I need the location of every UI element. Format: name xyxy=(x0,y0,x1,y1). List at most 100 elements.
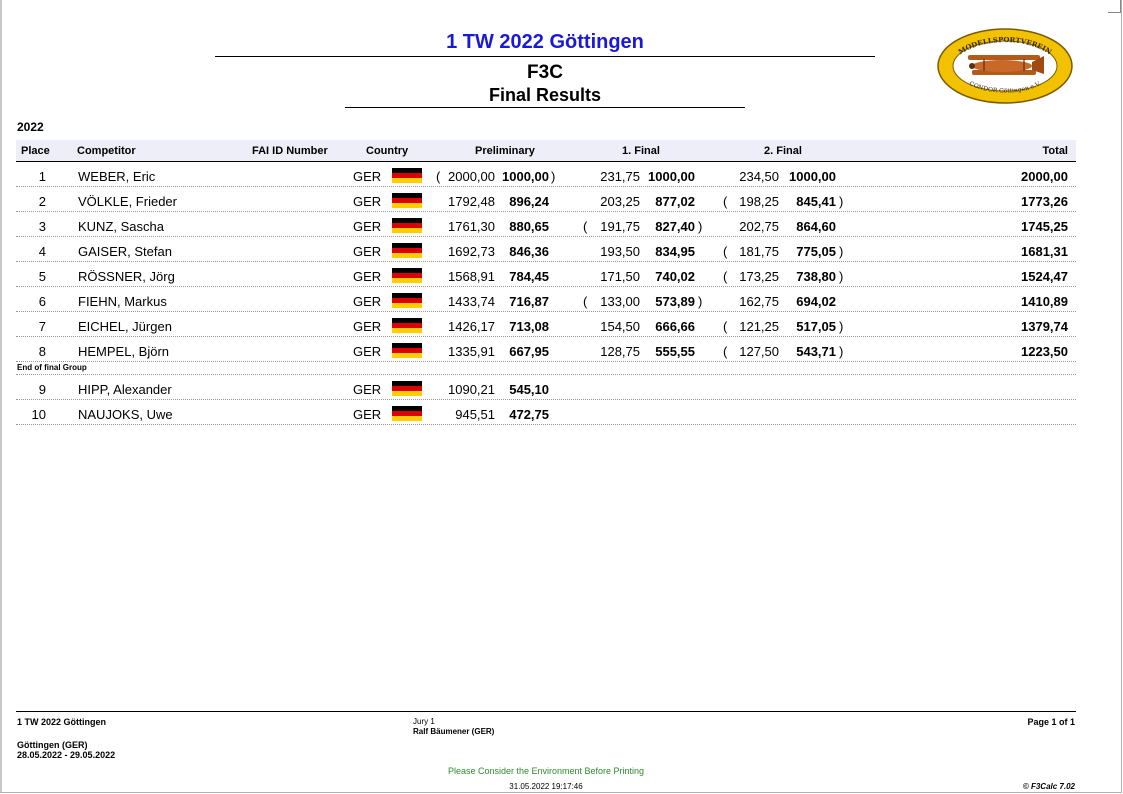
competitor-name: GAISER, Stefan xyxy=(78,244,172,259)
class-title: F3C xyxy=(527,62,563,83)
germany-flag-icon xyxy=(392,343,422,358)
pre-norm: 713,08 xyxy=(509,319,549,334)
drop-close-paren: ) xyxy=(551,169,556,184)
country-code: GER xyxy=(353,269,382,284)
results-title: Final Results xyxy=(345,85,745,108)
table-row: 8 HEMPEL, Björn GER 1335,91 667,95 128,7… xyxy=(16,337,1076,362)
biplane-icon xyxy=(968,55,1044,75)
country-code: GER xyxy=(353,294,382,309)
table-row: 5 RÖSSNER, Jörg GER 1568,91 784,45 171,5… xyxy=(16,262,1076,287)
competitor-name: RÖSSNER, Jörg xyxy=(78,269,175,284)
total: 1379,74 xyxy=(1021,319,1068,334)
country-code: GER xyxy=(353,344,382,359)
table-row: 2 VÖLKLE, Frieder GER 1792,48 896,24 203… xyxy=(16,187,1076,212)
total: 2000,00 xyxy=(1021,169,1068,184)
table-row: 3 KUNZ, Sascha GER 1761,30 880,65 ( 191,… xyxy=(16,212,1076,237)
total: 1223,50 xyxy=(1021,344,1068,359)
pre-raw: 1090,21 xyxy=(448,382,495,397)
competitor-name: EICHEL, Jürgen xyxy=(78,319,172,334)
germany-flag-icon xyxy=(392,318,422,333)
f2-norm: 1000,00 xyxy=(789,169,836,184)
germany-flag-icon xyxy=(392,243,422,258)
place: 7 xyxy=(38,319,46,334)
competitor-name: NAUJOKS, Uwe xyxy=(78,407,173,422)
table-row: 4 GAISER, Stefan GER 1692,73 846,36 193,… xyxy=(16,237,1076,262)
pre-raw: 945,51 xyxy=(455,407,495,422)
f1-raw: 128,75 xyxy=(600,344,640,359)
col-place: Place xyxy=(21,145,50,157)
col-total: Total xyxy=(1042,145,1068,157)
col-fai-id: FAI ID Number xyxy=(252,145,328,157)
germany-flag-icon xyxy=(392,268,422,283)
f1-raw: 231,75 xyxy=(600,169,640,184)
f2-raw: 198,25 xyxy=(739,194,779,209)
pre-norm: 846,36 xyxy=(509,244,549,259)
competitor-name: FIEHN, Markus xyxy=(78,294,167,309)
club-logo: MODELLSPORTVEREIN CONDOR Göttingen e.V. xyxy=(937,28,1073,104)
f1-norm: 834,95 xyxy=(655,244,695,259)
drop-close-paren: ) xyxy=(698,219,703,234)
f2-raw: 181,75 xyxy=(739,244,779,259)
f2-raw: 173,25 xyxy=(739,269,779,284)
pre-raw: 1335,91 xyxy=(448,344,495,359)
pre-raw: 1761,30 xyxy=(448,219,495,234)
germany-flag-icon xyxy=(392,168,422,183)
total: 1745,25 xyxy=(1021,219,1068,234)
f2-norm: 775,05 xyxy=(796,244,836,259)
total: 1773,26 xyxy=(1021,194,1068,209)
country-code: GER xyxy=(353,407,382,422)
drop-close-paren: ) xyxy=(839,269,844,284)
germany-flag-icon xyxy=(392,218,422,233)
pre-raw: 1692,73 xyxy=(448,244,495,259)
pre-norm: 896,24 xyxy=(509,194,549,209)
f1-raw: 154,50 xyxy=(600,319,640,334)
final-group-separator: End of final Group xyxy=(16,362,1076,375)
f2-norm: 864,60 xyxy=(796,219,836,234)
col-competitor: Competitor xyxy=(77,145,136,157)
place: 4 xyxy=(38,244,46,259)
f2-norm: 738,80 xyxy=(796,269,836,284)
pre-raw: 1568,91 xyxy=(448,269,495,284)
col-final1: 1. Final xyxy=(622,145,660,157)
competitor-name: KUNZ, Sascha xyxy=(78,219,164,234)
pre-raw: 1792,48 xyxy=(448,194,495,209)
footer-dates: 28.05.2022 - 29.05.2022 xyxy=(17,750,116,760)
footer-event: 1 TW 2022 Göttingen xyxy=(17,717,107,727)
table-row: 9 HIPP, Alexander GER 1090,21 545,10 xyxy=(16,375,1076,400)
drop-close-paren: ) xyxy=(839,319,844,334)
country-code: GER xyxy=(353,169,382,184)
place: 8 xyxy=(38,344,46,359)
f1-norm: 555,55 xyxy=(655,344,695,359)
drop-close-paren: ) xyxy=(839,194,844,209)
table-row: 10 NAUJOKS, Uwe GER 945,51 472,75 xyxy=(16,400,1076,425)
event-title: 1 TW 2022 Göttingen xyxy=(215,30,875,57)
col-preliminary: Preliminary xyxy=(475,145,535,157)
germany-flag-icon xyxy=(392,381,422,396)
pre-norm: 472,75 xyxy=(509,407,549,422)
competitor-name: HIPP, Alexander xyxy=(78,382,172,397)
pre-raw: 1433,74 xyxy=(448,294,495,309)
country-code: GER xyxy=(353,244,382,259)
pre-norm: 667,95 xyxy=(509,344,549,359)
place: 5 xyxy=(38,269,46,284)
col-final2: 2. Final xyxy=(764,145,802,157)
f1-norm: 573,89 xyxy=(655,294,695,309)
competitor-name: VÖLKLE, Frieder xyxy=(78,194,177,209)
f2-raw: 162,75 xyxy=(739,294,779,309)
table-row: 1 WEBER, Eric GER ( 2000,00 1000,00 ) 23… xyxy=(16,162,1076,187)
drop-close-paren: ) xyxy=(839,344,844,359)
f1-raw: 193,50 xyxy=(600,244,640,259)
f2-norm: 694,02 xyxy=(796,294,836,309)
pre-norm: 880,65 xyxy=(509,219,549,234)
pre-raw: 1426,17 xyxy=(448,319,495,334)
table-header: Place Competitor FAI ID Number Country P… xyxy=(16,140,1076,162)
germany-flag-icon xyxy=(392,406,422,421)
place: 1 xyxy=(38,169,46,184)
pre-norm: 545,10 xyxy=(509,382,549,397)
table-row: 7 EICHEL, Jürgen GER 1426,17 713,08 154,… xyxy=(16,312,1076,337)
col-country: Country xyxy=(366,145,409,157)
total: 1524,47 xyxy=(1021,269,1068,284)
footer-divider xyxy=(16,711,1076,712)
footer-environment-note: Please Consider the Environment Before P… xyxy=(447,766,645,776)
competitor-name: HEMPEL, Björn xyxy=(78,344,170,359)
